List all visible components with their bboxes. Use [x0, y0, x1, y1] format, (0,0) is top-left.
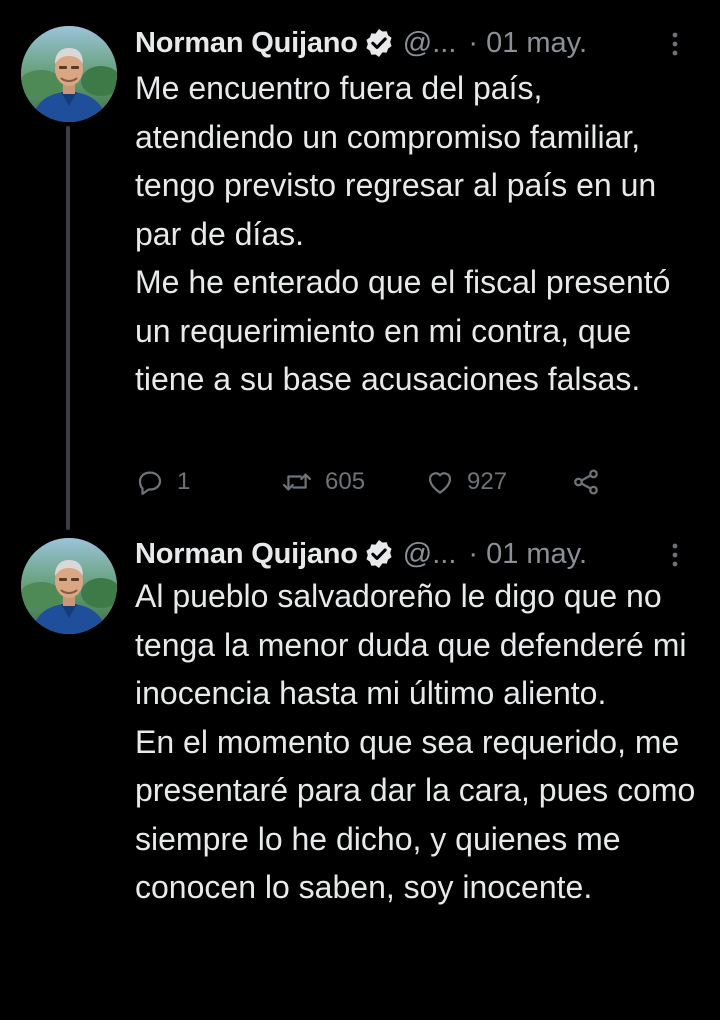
heart-icon [428, 472, 452, 494]
more-vertical-icon[interactable] [670, 540, 680, 570]
retweet-count: 605 [325, 468, 366, 495]
tweet-text: Al pueblo salvadoreño le digo que no ten… [135, 572, 705, 912]
tweet-text: Me encuentro fuera del país, atendiendo … [135, 64, 705, 404]
author-handle[interactable]: @... [403, 538, 457, 571]
tweet[interactable]: Norman Quijano @... · 01 may. Al pueblo … [0, 515, 720, 1020]
tweet-actions: 1 605 927 [135, 462, 615, 502]
retweet-icon [282, 473, 312, 491]
author-name[interactable]: Norman Quijano [135, 538, 358, 571]
header-separator: · [468, 537, 479, 570]
author-name[interactable]: Norman Quijano [135, 27, 358, 60]
tweet-header: Norman Quijano @... · 01 may. [135, 23, 700, 63]
author-handle[interactable]: @... [403, 27, 457, 60]
header-separator: · [468, 26, 479, 59]
tweet[interactable]: Norman Quijano @... · 01 may. Me encuent… [0, 0, 720, 515]
tweet-date[interactable]: 01 may. [486, 538, 587, 571]
tweet-header: Norman Quijano @... · 01 may. [135, 534, 700, 574]
avatar[interactable] [21, 538, 117, 634]
tweet-paragraph: Me he enterado que el fiscal presentó un… [135, 264, 671, 397]
tweet-date[interactable]: 01 may. [486, 27, 587, 60]
more-vertical-icon[interactable] [670, 29, 680, 59]
reply-icon [138, 471, 162, 495]
like-count: 927 [467, 468, 508, 495]
reply-button[interactable]: 1 [135, 462, 190, 502]
verified-badge-icon [363, 538, 395, 570]
tweet-paragraph: Me encuentro fuera del país, atendiendo … [135, 70, 657, 252]
share-button[interactable] [571, 462, 601, 502]
tweet-thread: Norman Quijano @... · 01 may. Me encuent… [0, 0, 720, 1020]
reply-count: 1 [177, 468, 191, 495]
like-button[interactable]: 927 [425, 462, 507, 502]
verified-badge-icon [363, 27, 395, 59]
tweet-paragraph: Al pueblo salvadoreño le digo que no ten… [135, 578, 687, 711]
share-icon [574, 469, 598, 495]
retweet-button[interactable]: 605 [281, 462, 365, 502]
tweet-paragraph: En el momento que sea requerido, me pres… [135, 723, 696, 906]
avatar[interactable] [21, 26, 117, 122]
